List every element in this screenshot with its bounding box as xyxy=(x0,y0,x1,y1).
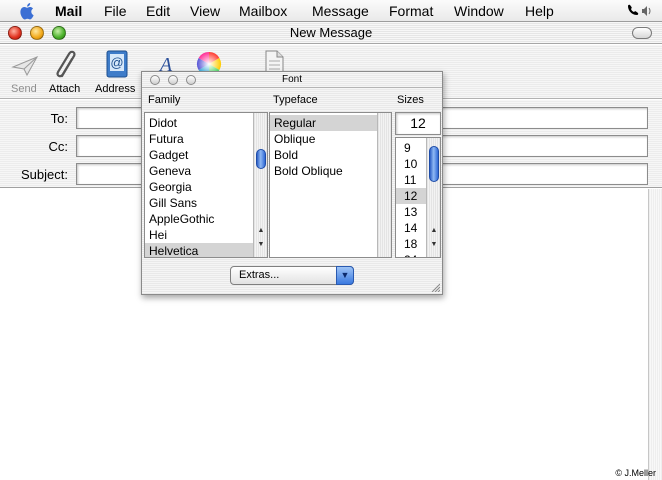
paper-plane-icon xyxy=(11,55,39,77)
menu-app-mail[interactable]: Mail xyxy=(55,3,82,19)
window-titlebar[interactable]: New Message xyxy=(0,22,662,44)
family-scroll-down-arrow[interactable]: ▼ xyxy=(254,239,267,251)
menu-bar: Mail File Edit View Mailbox Message Form… xyxy=(0,0,662,22)
toolbar-toggle-button[interactable] xyxy=(632,27,652,39)
typeface-list-item[interactable]: Regular xyxy=(270,115,377,131)
send-label[interactable]: Send xyxy=(11,83,37,95)
attach-button[interactable] xyxy=(52,49,82,81)
family-list: Didot Futura Gadget Geneva Georgia Gill Sans A… xyxy=(144,112,268,258)
size-list-item[interactable]: 9 xyxy=(396,140,426,156)
size-input[interactable]: 12 xyxy=(395,112,441,135)
size-list-item[interactable]: 12 xyxy=(396,188,426,204)
menu-file[interactable]: File xyxy=(104,3,127,19)
copyright-text: © J.Meller xyxy=(615,468,656,478)
svg-text:@: @ xyxy=(110,55,123,70)
attach-label[interactable]: Attach xyxy=(49,83,80,95)
sizes-column-header: Sizes xyxy=(397,94,424,106)
family-scroll-thumb[interactable] xyxy=(256,149,266,169)
address-button[interactable]: @ xyxy=(104,49,130,79)
size-list-item[interactable]: 11 xyxy=(396,172,426,188)
address-label[interactable]: Address xyxy=(95,83,135,95)
subject-label: Subject: xyxy=(21,167,68,182)
family-list-scrollbar[interactable]: ▲ ▼ xyxy=(253,113,267,257)
send-button[interactable] xyxy=(10,51,40,81)
paperclip-icon xyxy=(56,50,76,78)
family-list-item[interactable]: Didot xyxy=(145,115,253,131)
family-list-item[interactable]: Futura xyxy=(145,131,253,147)
message-body-scrollbar[interactable] xyxy=(648,189,662,480)
menu-help[interactable]: Help xyxy=(525,3,554,19)
font-panel-titlebar[interactable]: Font xyxy=(142,72,442,88)
size-scroll-up-arrow[interactable]: ▲ xyxy=(427,225,440,237)
size-list: 910111213141824 ▲ ▼ xyxy=(395,137,441,258)
size-list-item[interactable]: 14 xyxy=(396,220,426,236)
menu-window[interactable]: Window xyxy=(454,3,504,19)
chevron-down-icon: ▼ xyxy=(336,266,354,285)
family-list-item[interactable]: Geneva xyxy=(145,163,253,179)
font-panel-title: Font xyxy=(281,74,302,85)
menu-mailbox[interactable]: Mailbox xyxy=(239,3,287,19)
resize-grip-icon[interactable] xyxy=(430,282,440,292)
size-list-item[interactable]: 24 xyxy=(396,252,426,257)
typeface-column-header: Typeface xyxy=(273,94,318,106)
size-list-item[interactable]: 10 xyxy=(396,156,426,172)
volume-icon[interactable] xyxy=(642,6,651,16)
size-list-item[interactable]: 18 xyxy=(396,236,426,252)
extras-label: Extras... xyxy=(239,269,280,281)
family-list-item[interactable]: Gill Sans xyxy=(145,195,253,211)
family-column-header: Family xyxy=(148,94,181,106)
typeface-list-item[interactable]: Bold xyxy=(270,147,377,163)
apple-logo-icon[interactable] xyxy=(19,2,35,20)
typeface-list-item[interactable]: Bold Oblique xyxy=(270,163,377,179)
cc-label: Cc: xyxy=(48,139,69,154)
phone-icon[interactable] xyxy=(628,4,639,15)
family-scroll-up-arrow[interactable]: ▲ xyxy=(254,225,267,237)
address-book-icon: @ xyxy=(106,50,128,78)
typeface-list-item[interactable]: Oblique xyxy=(270,131,377,147)
window-title: New Message xyxy=(289,25,373,40)
menu-edit[interactable]: Edit xyxy=(146,3,170,19)
family-list-item[interactable]: AppleGothic xyxy=(145,211,253,227)
typeface-list-scrollbar[interactable] xyxy=(377,113,391,257)
size-list-scrollbar[interactable]: ▲ ▼ xyxy=(426,138,440,257)
to-label: To: xyxy=(50,111,68,126)
typeface-list: Regular Oblique Bold Bold Oblique xyxy=(269,112,392,258)
menu-format[interactable]: Format xyxy=(389,3,433,19)
size-list-item[interactable]: 13 xyxy=(396,204,426,220)
family-list-item[interactable]: Gadget xyxy=(145,147,253,163)
family-list-item[interactable]: Georgia xyxy=(145,179,253,195)
extras-popup-button[interactable]: Extras... ▼ xyxy=(230,266,354,285)
family-list-item[interactable]: Hei xyxy=(145,227,253,243)
font-panel: Font Family Typeface Sizes Didot Futura Ga… xyxy=(141,71,443,295)
menu-view[interactable]: View xyxy=(190,3,220,19)
size-scroll-down-arrow[interactable]: ▼ xyxy=(427,239,440,251)
menubar-status-icons xyxy=(626,3,654,22)
menu-message[interactable]: Message xyxy=(312,3,369,19)
size-scroll-thumb[interactable] xyxy=(429,146,439,182)
family-list-item[interactable]: Helvetica xyxy=(145,243,253,257)
